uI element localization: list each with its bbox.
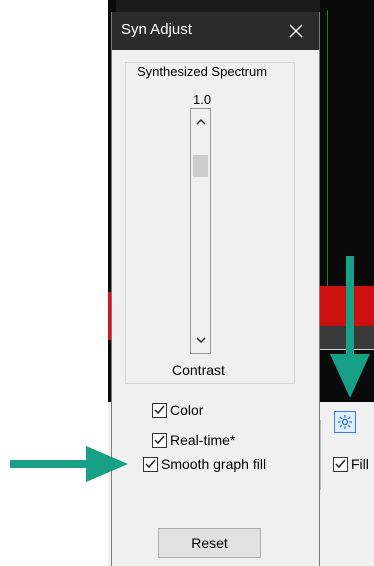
reset-button[interactable]: Reset — [158, 528, 261, 558]
gear-icon — [338, 415, 352, 429]
panel-divider — [320, 420, 321, 490]
color-label: Color — [170, 402, 204, 418]
fill-checkbox-row[interactable]: Fill — [333, 456, 369, 472]
checkmark-icon — [154, 405, 165, 415]
slider-up-button[interactable] — [191, 113, 210, 131]
smooth-graph-fill-label: Smooth graph fill — [161, 456, 267, 472]
checkmark-icon — [154, 435, 165, 445]
color-checkbox[interactable] — [152, 402, 167, 418]
smooth-graph-fill-checkbox[interactable] — [143, 456, 158, 472]
realtime-checkbox[interactable] — [152, 432, 167, 448]
close-icon — [289, 24, 303, 38]
fill-checkbox[interactable] — [333, 456, 348, 472]
checkmark-icon — [145, 459, 156, 469]
realtime-label: Real-time* — [170, 432, 236, 448]
smooth-graph-fill-checkbox-row[interactable]: Smooth graph fill — [143, 456, 266, 472]
syn-adjust-dialog: Syn Adjust Synthesized Spectrum 1.0 Cont… — [111, 12, 320, 566]
chevron-up-icon — [196, 119, 205, 125]
slider-down-button[interactable] — [191, 331, 210, 349]
settings-button[interactable] — [334, 411, 356, 433]
group-label: Synthesized Spectrum — [135, 64, 270, 79]
dialog-title: Syn Adjust — [121, 21, 192, 38]
checkmark-icon — [335, 459, 346, 469]
chevron-down-icon — [196, 337, 205, 343]
color-checkbox-row[interactable]: Color — [152, 402, 203, 418]
close-button[interactable] — [273, 12, 319, 50]
contrast-slider[interactable] — [190, 108, 211, 354]
annotation-arrow-right — [10, 446, 128, 482]
dialog-titlebar[interactable]: Syn Adjust — [112, 12, 319, 50]
slider-value: 1.0 — [193, 92, 212, 107]
realtime-checkbox-row[interactable]: Real-time* — [152, 432, 235, 448]
fill-label: Fill — [351, 456, 369, 472]
annotation-arrow-down — [330, 256, 370, 398]
contrast-label: Contrast — [172, 362, 225, 378]
slider-thumb[interactable] — [193, 155, 208, 177]
